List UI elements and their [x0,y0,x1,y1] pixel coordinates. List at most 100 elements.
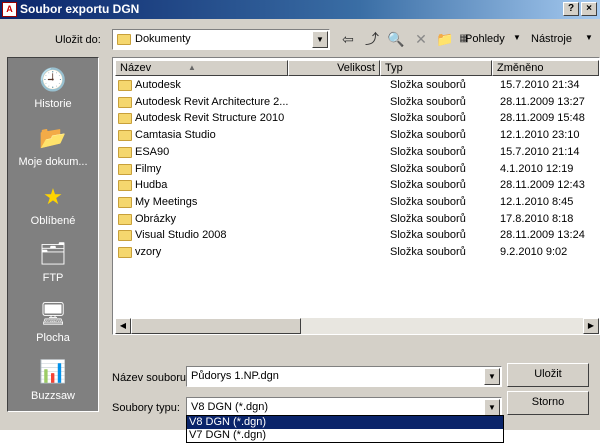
file-name: Autodesk Revit Architecture 2... [135,95,289,108]
filetype-option[interactable]: V7 DGN (*.dgn) [187,429,503,442]
file-modified: 17.8.2010 8:18 [500,212,574,225]
file-type: Složka souborů [390,79,466,91]
chevron-down-icon[interactable]: ▼ [312,31,328,48]
file-row[interactable]: Hudba Složka souborů 28.11.2009 12:43 [115,178,599,194]
file-row[interactable]: Filmy Složka souborů 4.1.2010 12:19 [115,162,599,178]
help-button[interactable]: ? [563,2,579,16]
place-ftp[interactable]: 🗂 FTP [8,238,98,284]
new-folder-icon[interactable]: 📁 [435,29,455,49]
folder-icon [118,247,132,258]
column-size[interactable]: Velikost [288,60,380,76]
chevron-down-icon[interactable]: ▼ [484,368,500,385]
delete-icon[interactable]: ✕ [411,29,431,49]
file-list[interactable]: Název ▲ Velikost Typ Změněno Autodesk Slo… [112,57,600,335]
file-name: Camtasia Studio [135,129,216,142]
place-buzzsaw[interactable]: 📊 Buzzsaw [8,356,98,402]
folder-icon [118,180,132,192]
file-row[interactable]: Autodesk Složka souborů 15.7.2010 21:34 [115,78,599,94]
file-row[interactable]: vzory Složka souborů 9.2.2010 9:02 [115,245,599,261]
drawing-background [0,430,186,443]
file-modified: 15.7.2010 21:34 [500,79,580,91]
file-name: Autodesk Revit Structure 2010 [135,112,285,125]
filename-label: Název souboru: [112,372,190,384]
column-modified[interactable]: Změněno [492,60,599,76]
file-name: vzory [135,246,162,258]
up-folder-icon[interactable]: ⤴ [362,29,382,49]
filename-value: Půdorys 1.NP.dgn [191,370,279,382]
folder-icon [118,230,132,242]
cancel-button[interactable]: Storno [507,391,589,415]
filetype-value: V8 DGN (*.dgn) [191,401,269,413]
folder-icon [118,196,132,208]
file-row[interactable]: ESA90 Složka souborů 15.7.2010 21:14 [115,145,599,161]
file-type: Složka souborů [390,212,466,225]
place-label: Historie [34,98,72,110]
file-modified: 28.11.2009 15:48 [500,112,585,125]
folder-icon [118,213,132,225]
folder-icon [117,34,131,45]
folder-icon [118,163,132,175]
file-row[interactable]: Obrázky Složka souborů 17.8.2010 8:18 [115,212,599,228]
place-favorites[interactable]: ★ Oblíbené [8,181,98,227]
views-menu[interactable]: Pohledy [465,33,505,45]
filename-input[interactable]: Půdorys 1.NP.dgn ▼ [186,366,502,387]
file-type: Složka souborů [390,246,466,258]
file-type: Složka souborů [390,112,466,125]
scroll-thumb[interactable] [131,318,301,334]
file-modified: 15.7.2010 21:14 [500,145,580,158]
place-my-documents[interactable]: 📂 Moje dokum... [8,122,98,168]
tools-chevron-icon[interactable]: ▼ [585,33,593,42]
file-row[interactable]: Autodesk Revit Structure 2010 Složka soub… [115,111,599,127]
place-label: Oblíbené [30,215,76,227]
place-label: FTP [42,272,64,284]
search-web-icon[interactable]: 🔍 [386,29,406,49]
window-title: Soubor exportu DGN [20,2,140,16]
folder-icon [118,80,132,91]
column-name[interactable]: Název ▲ [115,60,288,76]
scroll-left-icon[interactable]: ◀ [115,318,131,334]
file-modified: 28.11.2009 12:43 [500,179,585,192]
file-type: Složka souborů [390,229,466,242]
column-type[interactable]: Typ [380,60,492,76]
place-history[interactable]: 🕘 Historie [8,64,98,110]
favorites-icon: ★ [43,184,63,209]
lookin-value: Dokumenty [135,33,191,45]
file-type: Složka souborů [390,195,466,208]
file-name: Filmy [135,162,162,175]
file-modified: 9.2.2010 9:02 [500,246,568,258]
folder-icon [118,113,132,125]
tools-menu[interactable]: Nástroje [531,33,572,45]
place-desktop[interactable]: 🖥 Plocha [8,298,98,344]
history-icon: 🕘 [39,67,67,92]
file-type: Složka souborů [390,145,466,158]
file-row[interactable]: My Meetings Složka souborů 12.1.2010 8:45 [115,195,599,211]
ftp-icon: 🗂 [39,241,67,266]
views-chevron-icon[interactable]: ▼ [513,33,521,42]
file-modified: 28.11.2009 13:27 [500,95,585,108]
file-row[interactable]: Visual Studio 2008 Složka souborů 28.11.20… [115,228,599,244]
save-button[interactable]: Uložit [507,363,589,387]
filetype-dropdown[interactable]: V8 DGN (*.dgn) V7 DGN (*.dgn) [186,415,504,443]
file-name: ESA90 [135,145,170,158]
lookin-combo[interactable]: Dokumenty ▼ [112,29,330,50]
file-name: Obrázky [135,212,176,225]
file-name: Hudba [135,179,168,192]
place-label: Buzzsaw [30,390,76,402]
file-modified: 28.11.2009 13:24 [500,229,585,242]
file-modified: 4.1.2010 12:19 [500,162,574,175]
horizontal-scrollbar[interactable]: ◀ ▶ [115,318,599,334]
filetype-option[interactable]: V8 DGN (*.dgn) [187,416,503,429]
back-icon[interactable]: ⇦ [338,29,358,49]
file-name: Autodesk [135,79,181,91]
autocad-icon[interactable]: A [2,2,17,17]
close-button[interactable]: × [581,2,597,16]
desktop-icon: 🖥 [39,301,67,326]
scroll-right-icon[interactable]: ▶ [583,318,599,334]
my-documents-icon: 📂 [39,125,67,150]
column-name-label: Název [120,62,152,74]
title-bar: A Soubor exportu DGN ? × [0,0,600,19]
file-row[interactable]: Camtasia Studio Složka souborů 12.1.2010 2… [115,128,599,144]
place-label: Moje dokum... [18,156,88,168]
file-row[interactable]: Autodesk Revit Architecture 2... Složka s… [115,95,599,111]
chevron-down-icon[interactable]: ▼ [484,399,500,416]
